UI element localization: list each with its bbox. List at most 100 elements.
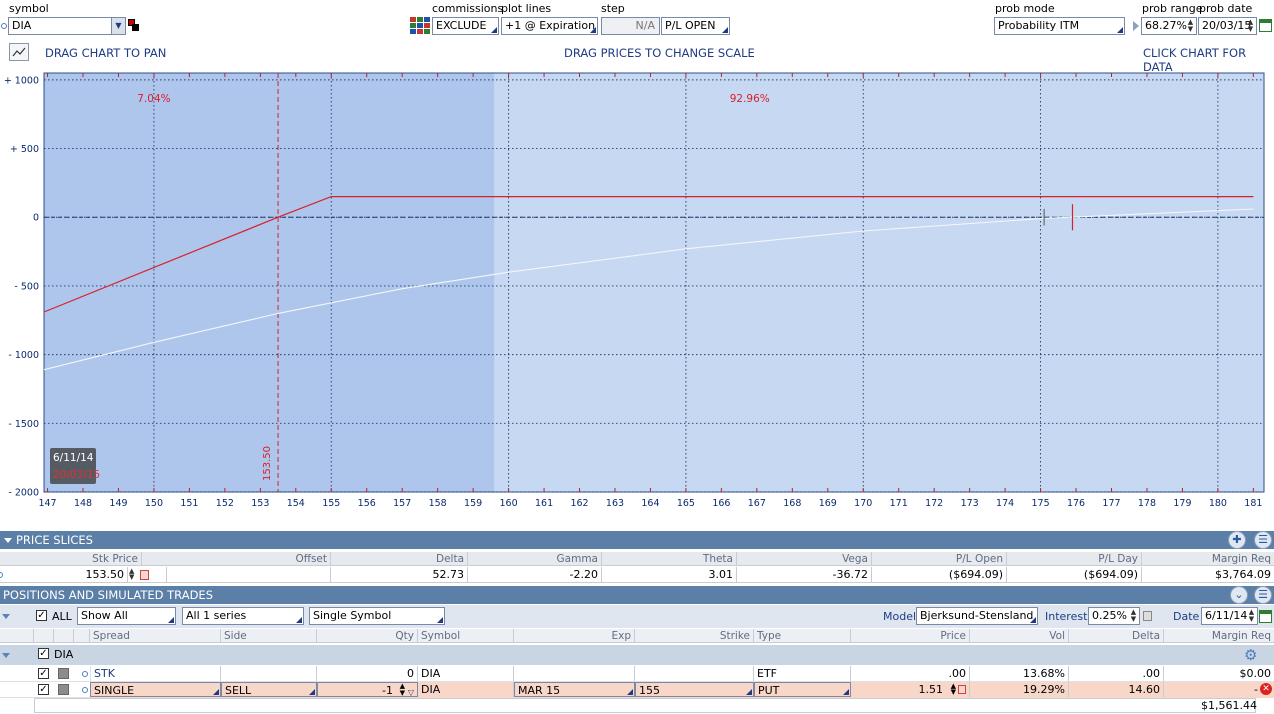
y-tick-label: + 500 bbox=[10, 144, 39, 155]
price-slices-header: Stk Price Offset Delta Gamma Theta Vega … bbox=[0, 552, 1274, 566]
lock-icon[interactable] bbox=[140, 570, 149, 580]
calendar-icon[interactable] bbox=[1259, 610, 1272, 623]
prob-right-label: 92.96% bbox=[730, 93, 770, 105]
slice-margin-req: $3,764.09 bbox=[1215, 568, 1271, 581]
drag-pan-hint: DRAG CHART TO PAN bbox=[45, 46, 167, 60]
y-tick-label: 0 bbox=[33, 213, 39, 224]
symbol-dropdown-icon[interactable]: ▼ bbox=[111, 18, 125, 34]
prob-mode-select[interactable]: Probability ITM bbox=[994, 17, 1125, 35]
series-filter-select[interactable]: All 1 series bbox=[182, 607, 304, 625]
chart-date-today: 6/11/14 bbox=[53, 452, 94, 464]
symbol-color-icon[interactable] bbox=[128, 19, 139, 31]
dropdown-icon[interactable]: ▽ bbox=[408, 685, 414, 696]
stepper-icon[interactable]: ▲ ▼ bbox=[129, 568, 134, 581]
add-slice-button[interactable]: ✚ bbox=[1228, 531, 1246, 549]
interest-input[interactable]: 0.25% ▲ ▼ bbox=[1088, 607, 1140, 625]
slice-stk-price[interactable]: 153.50 bbox=[8, 567, 128, 582]
single-qty-input[interactable]: -1 ▲ ▼ ▽ bbox=[317, 682, 418, 697]
stk-side[interactable] bbox=[221, 666, 317, 681]
single-exp: MAR 15 bbox=[518, 684, 561, 697]
select-all-checkbox[interactable]: ✓ bbox=[36, 610, 47, 621]
prob-region-right bbox=[494, 73, 1264, 492]
group-row[interactable]: ✓ DIA ⚙ bbox=[0, 645, 1274, 665]
stk-spread[interactable]: STK bbox=[90, 666, 221, 681]
header-pl-open: P/L Open bbox=[872, 552, 1007, 565]
gear-icon[interactable]: ⚙ bbox=[1244, 646, 1257, 664]
group-label: DIA bbox=[54, 648, 74, 661]
y-tick-label: - 2000 bbox=[8, 488, 39, 499]
remove-icon[interactable]: ✕ bbox=[1260, 683, 1272, 695]
stepper-icon[interactable]: ▲ ▼ bbox=[1186, 19, 1195, 33]
collapse-all-icon[interactable]: ⌄ bbox=[1230, 586, 1248, 604]
chart-style-button[interactable] bbox=[9, 43, 29, 61]
color-grid-icon[interactable] bbox=[410, 17, 430, 35]
collapse-icon[interactable] bbox=[2, 653, 10, 658]
slice-pl-open: ($694.09) bbox=[872, 567, 1007, 582]
stk-margin: $0.00 bbox=[1239, 667, 1272, 680]
x-tick-label: 170 bbox=[854, 498, 872, 509]
y-tick-label: + 1000 bbox=[4, 75, 39, 86]
stepper-icon[interactable]: ▲ ▼ bbox=[400, 683, 405, 696]
single-price-input[interactable]: 1.51 ▲ ▼ bbox=[851, 682, 970, 697]
x-tick-label: 153 bbox=[251, 498, 269, 509]
header-vol: Vol bbox=[970, 629, 1069, 642]
model-select[interactable]: Bjerksund-Stensland bbox=[916, 607, 1038, 625]
single-exp-select[interactable]: MAR 15 bbox=[514, 682, 635, 697]
show-filter-select[interactable]: Show All bbox=[77, 607, 176, 625]
stepper-icon[interactable]: ▲ ▼ bbox=[1247, 609, 1256, 623]
header-spread: Spread bbox=[90, 629, 221, 642]
dropdown-corner-icon bbox=[843, 689, 849, 695]
dropdown-corner-icon bbox=[437, 617, 443, 623]
model-label: Model bbox=[883, 610, 917, 623]
collapse-icon[interactable] bbox=[4, 538, 12, 543]
play-arrow-icon[interactable] bbox=[1133, 21, 1139, 31]
positions-bar[interactable]: POSITIONS AND SIMULATED TRADES ⌄ ☰ bbox=[0, 586, 1274, 604]
pl-chart[interactable]: + 1000 + 500 0 - 500 - 1000 - 1500 - 2000147 14… bbox=[0, 66, 1274, 514]
link-dot-icon[interactable] bbox=[82, 671, 88, 677]
row-marker[interactable] bbox=[58, 684, 69, 695]
symbol-mode-select[interactable]: Single Symbol bbox=[309, 607, 445, 625]
stk-qty[interactable]: 0 bbox=[317, 666, 418, 681]
header-spacer bbox=[74, 629, 90, 642]
commissions-select[interactable]: EXCLUDE bbox=[432, 17, 499, 35]
row-checkbox[interactable]: ✓ bbox=[38, 684, 49, 695]
single-type-select[interactable]: PUT bbox=[754, 682, 851, 697]
plot-lines-select[interactable]: +1 @ Expiration bbox=[501, 17, 598, 35]
symbol-input[interactable]: DIA ▼ bbox=[8, 17, 126, 35]
x-tick-label: 160 bbox=[500, 498, 518, 509]
header-stk-price: Stk Price bbox=[0, 552, 142, 565]
header-vega: Vega bbox=[737, 552, 872, 565]
row-checkbox[interactable]: ✓ bbox=[38, 668, 49, 679]
stepper-icon[interactable]: ▲ ▼ bbox=[951, 683, 956, 696]
list-menu-icon[interactable]: ☰ bbox=[1254, 531, 1272, 549]
x-tick-label: 173 bbox=[961, 498, 979, 509]
header-margin-req: Margin Req bbox=[1211, 630, 1271, 642]
row-marker[interactable] bbox=[58, 668, 69, 679]
pl-mode-select[interactable]: P/L OPEN bbox=[661, 17, 730, 35]
price-slices-bar[interactable]: PRICE SLICES ✚ ☰ bbox=[0, 531, 1274, 549]
link-dot-icon[interactable] bbox=[0, 572, 3, 578]
link-dot-icon[interactable] bbox=[1, 23, 7, 29]
prob-date-input[interactable]: 20/03/15 ▲ ▼ bbox=[1198, 17, 1257, 35]
group-checkbox[interactable]: ✓ bbox=[38, 648, 49, 659]
calendar-icon[interactable] bbox=[1259, 19, 1272, 32]
stepper-icon[interactable]: ▲ ▼ bbox=[1246, 19, 1255, 33]
lock-icon[interactable] bbox=[1143, 611, 1152, 621]
single-side-select[interactable]: SELL bbox=[221, 682, 317, 697]
list-menu-icon[interactable]: ☰ bbox=[1254, 586, 1272, 604]
date-input[interactable]: 6/11/14 ▲ ▼ bbox=[1201, 607, 1258, 625]
single-spread-select[interactable]: SINGLE bbox=[90, 682, 221, 697]
link-dot-icon[interactable] bbox=[82, 687, 88, 693]
collapse-icon[interactable] bbox=[2, 614, 10, 619]
slice-offset[interactable] bbox=[166, 567, 331, 582]
stepper-icon[interactable]: ▲ ▼ bbox=[1129, 609, 1138, 623]
stk-strike bbox=[635, 666, 754, 681]
single-strike-select[interactable]: 155 bbox=[635, 682, 754, 697]
single-spread: SINGLE bbox=[94, 684, 135, 697]
x-tick-label: 150 bbox=[145, 498, 163, 509]
lock-icon[interactable] bbox=[958, 685, 966, 694]
prob-range-input[interactable]: 68.27% ▲ ▼ bbox=[1141, 17, 1197, 35]
stk-vol: 13.68% bbox=[970, 666, 1069, 681]
x-tick-label: 161 bbox=[535, 498, 553, 509]
stk-price[interactable]: .00 bbox=[851, 666, 970, 681]
